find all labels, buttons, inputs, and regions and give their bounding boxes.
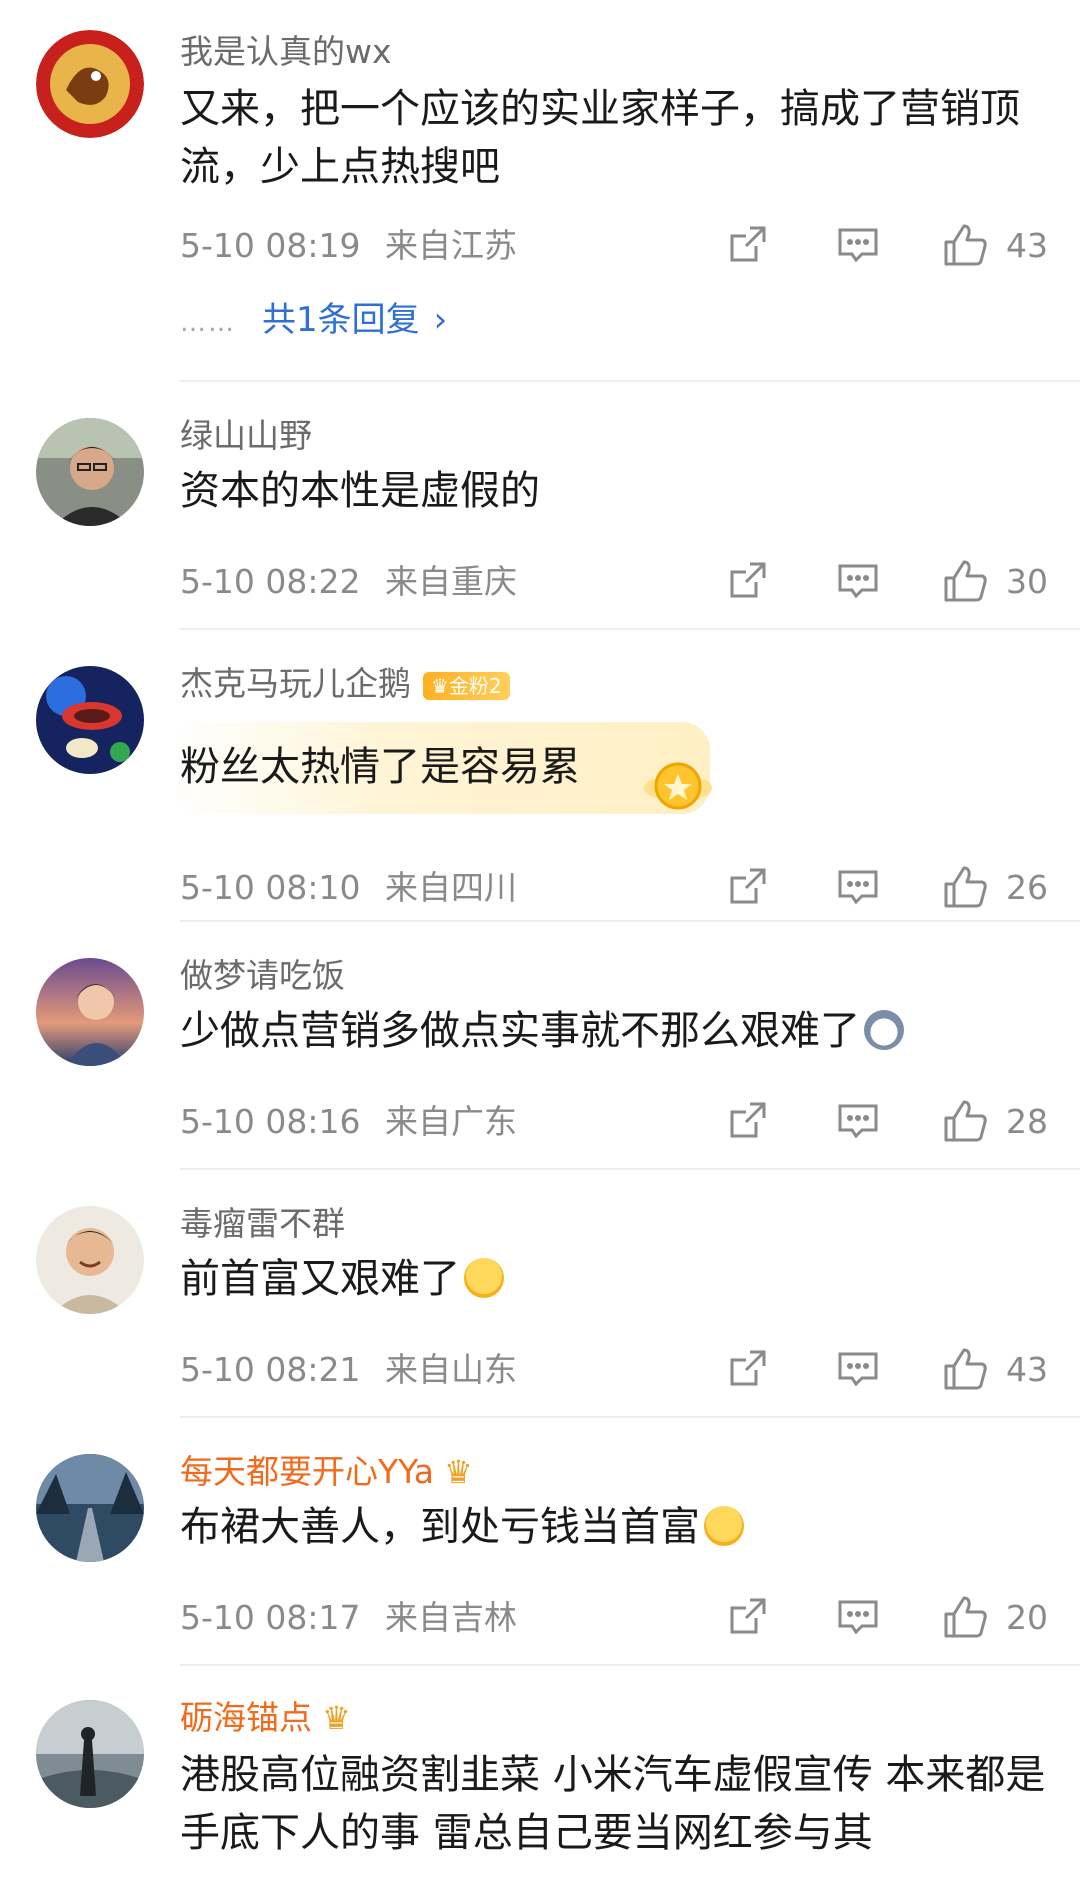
username[interactable]: 做梦请吃饭 [180, 956, 345, 996]
hugging-face-emoji-icon [464, 1258, 504, 1298]
comment-meta: 5-10 08:19 来自江苏 [180, 226, 517, 266]
comment-time: 5-10 08:22 [180, 562, 361, 601]
comment-time: 5-10 08:10 [180, 868, 361, 907]
comment-item: 砺海锚点 ♛ 港股高位融资割韭菜 小米汽车虚假宣传 本来都是手底下人的事 雷总自己… [0, 1666, 1080, 1881]
comment-icon[interactable] [836, 1346, 880, 1394]
username[interactable]: 每天都要开心YYa ♛ [180, 1452, 473, 1492]
comment-actions: 43 [720, 222, 1050, 268]
avatar[interactable] [36, 958, 144, 1066]
share-icon[interactable] [726, 1346, 770, 1394]
comment-actions: 30 [720, 558, 1050, 604]
comment-item: 做梦请吃饭 少做点营销多做点实事就不那么艰难了 5-10 08:16 来自广东 … [0, 922, 1080, 1168]
share-icon[interactable] [726, 558, 770, 606]
comment-text: 布裙大善人，到处亏钱当首富 [180, 1498, 1040, 1556]
thumbs-up-icon[interactable] [942, 222, 990, 272]
comment-time: 5-10 08:21 [180, 1350, 361, 1389]
avatar[interactable] [36, 1454, 144, 1562]
share-icon[interactable] [726, 864, 770, 912]
vip-crown-icon: ♛ [444, 1453, 473, 1491]
comment-meta: 5-10 08:16 来自广东 [180, 1102, 517, 1142]
like-count: 43 [1006, 1350, 1048, 1389]
gold-medal-icon [644, 762, 712, 810]
like-count: 20 [1006, 1598, 1048, 1637]
share-icon[interactable] [726, 1594, 770, 1642]
thumbs-up-icon[interactable] [942, 558, 990, 608]
avatar[interactable] [36, 1700, 144, 1808]
view-replies-link[interactable]: …… 共1条回复 › [180, 300, 447, 343]
comment-icon[interactable] [836, 222, 880, 270]
comment-actions: 28 [720, 1098, 1050, 1144]
comment-location: 来自山东 [385, 1350, 517, 1389]
laughing-tears-emoji-icon [704, 1506, 744, 1546]
comment-actions: 20 [720, 1594, 1050, 1640]
shocked-face-emoji-icon [864, 1010, 904, 1050]
like-count: 26 [1006, 868, 1048, 907]
comment-text: 少做点营销多做点实事就不那么艰难了 [180, 1002, 1040, 1060]
comment-item: 毒瘤雷不群 前首富又艰难了 5-10 08:21 来自山东 43 [0, 1170, 1080, 1416]
username[interactable]: 我是认真的wx [180, 32, 392, 72]
comment-meta: 5-10 08:21 来自山东 [180, 1350, 517, 1390]
avatar[interactable] [36, 1206, 144, 1314]
comment-meta: 5-10 08:10 来自四川 [180, 868, 517, 908]
like-count: 43 [1006, 226, 1048, 265]
vip-crown-icon: ♛ [322, 1699, 351, 1737]
comment-location: 来自江苏 [385, 226, 517, 265]
username[interactable]: 杰克马玩儿企鹅 ♛金粉2 [180, 664, 510, 704]
chevron-right-icon: › [433, 300, 448, 340]
comment-location: 来自重庆 [385, 562, 517, 601]
comment-icon[interactable] [836, 1594, 880, 1642]
comment-icon[interactable] [836, 864, 880, 912]
comment-actions: 26 [720, 864, 1050, 910]
comment-item: 杰克马玩儿企鹅 ♛金粉2 粉丝太热情了是容易累 5-10 08:10 来自四川 2… [0, 630, 1080, 920]
comment-text: 粉丝太热情了是容易累 [180, 744, 580, 790]
comment-text: 又来，把一个应该的实业家样子，搞成了营销顶流，少上点热搜吧 [180, 86, 1020, 190]
comment-text: 港股高位融资割韭菜 小米汽车虚假宣传 本来都是手底下人的事 雷总自己要当网红参与… [180, 1752, 1046, 1856]
comment-time: 5-10 08:19 [180, 226, 361, 265]
comment-text: 前首富又艰难了 [180, 1250, 1040, 1308]
avatar[interactable] [36, 30, 144, 138]
reply-count: 共1条回复 [262, 300, 420, 340]
username[interactable]: 毒瘤雷不群 [180, 1204, 345, 1244]
comment-time: 5-10 08:16 [180, 1102, 361, 1141]
comment-location: 来自广东 [385, 1102, 517, 1141]
username[interactable]: 绿山山野 [180, 416, 312, 456]
crown-icon: ♛ [431, 673, 449, 698]
comment-text: 资本的本性是虚假的 [180, 468, 540, 514]
comment-item: 绿山山野 资本的本性是虚假的 5-10 08:22 来自重庆 30 [0, 382, 1080, 628]
like-count: 30 [1006, 562, 1048, 601]
comment-meta: 5-10 08:22 来自重庆 [180, 562, 517, 602]
comment-item: 每天都要开心YYa ♛ 布裙大善人，到处亏钱当首富 5-10 08:17 来自吉林… [0, 1418, 1080, 1664]
avatar[interactable] [36, 418, 144, 526]
comment-item: 我是认真的wx 又来，把一个应该的实业家样子，搞成了营销顶流，少上点热搜吧 5-… [0, 0, 1080, 380]
thumbs-up-icon[interactable] [942, 1098, 990, 1148]
comment-meta: 5-10 08:17 来自吉林 [180, 1598, 517, 1638]
fan-badge: ♛金粉2 [423, 671, 510, 700]
thumbs-up-icon[interactable] [942, 1594, 990, 1644]
comment-icon[interactable] [836, 558, 880, 606]
share-icon[interactable] [726, 222, 770, 270]
avatar[interactable] [36, 666, 144, 774]
like-count: 28 [1006, 1102, 1048, 1141]
comment-time: 5-10 08:17 [180, 1598, 361, 1637]
comment-location: 来自吉林 [385, 1598, 517, 1637]
username[interactable]: 砺海锚点 ♛ [180, 1698, 351, 1738]
comment-actions: 43 [720, 1346, 1050, 1392]
comment-location: 来自四川 [385, 868, 517, 907]
comment-icon[interactable] [836, 1098, 880, 1146]
share-icon[interactable] [726, 1098, 770, 1146]
thumbs-up-icon[interactable] [942, 864, 990, 914]
thumbs-up-icon[interactable] [942, 1346, 990, 1396]
